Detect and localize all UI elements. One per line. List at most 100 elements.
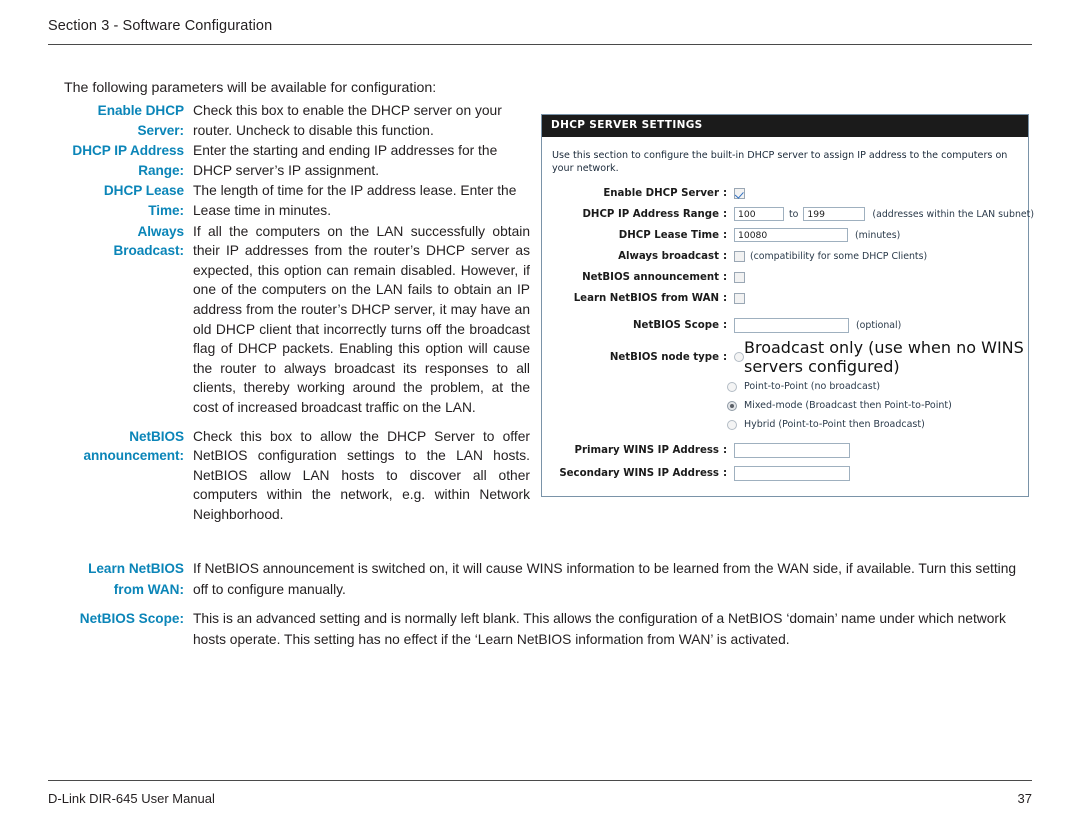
label-netbios-node-type-point-to-point: Point-to-Point (no broadcast) bbox=[744, 381, 881, 392]
input-secondary-wins-ip[interactable] bbox=[734, 465, 850, 481]
label-netbios-node-type-mixed-mode: Mixed-mode (Broadcast then Point-to-Poin… bbox=[744, 400, 952, 411]
colon-netbios-scope: : bbox=[723, 319, 728, 331]
definition-term-dhcp-lease-time: DHCP Lease Time: bbox=[48, 181, 184, 220]
radio-row-hybrid: Hybrid (Point-to-Point then Broadcast) bbox=[727, 415, 1028, 434]
radio-netbios-node-type-hybrid[interactable] bbox=[727, 419, 737, 430]
label-dhcp-lease-time: DHCP Lease Time bbox=[618, 229, 719, 241]
input-netbios-scope[interactable] bbox=[734, 317, 849, 333]
definition-term-enable-dhcp-server: Enable DHCP Server: bbox=[48, 101, 184, 140]
section-title: Section 3 - Software Configuration bbox=[48, 18, 273, 34]
definition-row-enable-dhcp-server: Enable DHCP Server: Check this box to en… bbox=[48, 101, 530, 140]
checkbox-netbios-announcement[interactable] bbox=[734, 271, 745, 283]
colon-dhcp-ip-address-range: : bbox=[723, 208, 728, 220]
field-row-learn-netbios-from-wan: Learn NetBIOS from WAN : bbox=[542, 288, 1028, 308]
label-learn-netbios-from-wan: Learn NetBIOS from WAN bbox=[573, 292, 719, 304]
label-primary-wins-ip: Primary WINS IP Address bbox=[574, 444, 719, 456]
intro-text: The following parameters will be availab… bbox=[64, 80, 437, 96]
control-netbios-announcement bbox=[732, 271, 1028, 283]
hint-dhcp-ip-address-range: (addresses within the LAN subnet) bbox=[872, 208, 1034, 220]
hint-dhcp-lease-time: (minutes) bbox=[855, 229, 901, 241]
input-primary-wins-ip[interactable] bbox=[734, 442, 850, 458]
definition-desc-netbios-announcement: Check this box to allow the DHCP Server … bbox=[193, 428, 530, 522]
radio-row-point-to-point: Point-to-Point (no broadcast) bbox=[727, 377, 1028, 396]
footer-manual-title: D-Link DIR-645 User Manual bbox=[48, 791, 215, 806]
label-dhcp-ip-address-range: DHCP IP Address Range bbox=[582, 208, 719, 220]
definition-term-line-1: Learn NetBIOS bbox=[88, 561, 184, 576]
footer-page-number: 37 bbox=[1017, 791, 1032, 806]
definition-term-always-broadcast: Always Broadcast: bbox=[48, 222, 184, 261]
footer-divider bbox=[48, 780, 1032, 781]
definition-term-line-1: DHCP Lease bbox=[103, 183, 184, 199]
radio-netbios-node-type-point-to-point[interactable] bbox=[727, 381, 737, 392]
control-dhcp-lease-time: 10080 (minutes) bbox=[732, 228, 1028, 242]
field-row-secondary-wins-ip: Secondary WINS IP Address : bbox=[542, 463, 1028, 483]
definition-term-line-1: Always bbox=[137, 223, 184, 239]
input-dhcp-range-end[interactable]: 199 bbox=[803, 207, 866, 221]
definition-row-netbios-scope: NetBIOS Scope: This is an advanced setti… bbox=[48, 608, 1032, 650]
definition-term-dhcp-ip-address-range: DHCP IP Address Range: bbox=[48, 141, 184, 180]
definition-row-dhcp-lease-time: DHCP Lease Time: The length of time for … bbox=[48, 181, 530, 220]
definition-term-line-2: Broadcast: bbox=[113, 243, 184, 259]
colon-secondary-wins-ip: : bbox=[723, 467, 728, 479]
control-netbios-scope: (optional) bbox=[732, 317, 1028, 333]
control-dhcp-ip-address-range: 100 to 199 (addresses within the LAN sub… bbox=[732, 207, 1034, 221]
definition-desc-learn-netbios-from-wan: If NetBIOS announcement is switched on, … bbox=[193, 561, 1017, 597]
checkbox-learn-netbios-from-wan[interactable] bbox=[734, 292, 745, 304]
label-netbios-node-type-broadcast-only: Broadcast only (use when no WINS servers… bbox=[744, 338, 1024, 376]
definition-desc-dhcp-ip-address-range: Enter the starting and ending IP address… bbox=[193, 143, 498, 178]
definition-desc-enable-dhcp-server: Check this box to enable the DHCP server… bbox=[193, 103, 502, 138]
radio-netbios-node-type-mixed-mode[interactable] bbox=[727, 400, 737, 411]
field-row-enable-dhcp-server: Enable DHCP Server : bbox=[542, 183, 1028, 203]
field-row-netbios-scope: NetBIOS Scope : (optional) bbox=[542, 315, 1028, 335]
definition-term-line-1: NetBIOS Scope: bbox=[79, 611, 184, 626]
control-always-broadcast: (compatibility for some DHCP Clients) bbox=[732, 250, 1028, 262]
hint-netbios-scope: (optional) bbox=[856, 319, 902, 331]
colon-learn-netbios-from-wan: : bbox=[723, 292, 728, 304]
dhcp-panel-title: DHCP SERVER SETTINGS bbox=[542, 115, 1028, 137]
dhcp-panel-description: Use this section to configure the built-… bbox=[552, 150, 1008, 174]
label-secondary-wins-ip: Secondary WINS IP Address bbox=[559, 467, 719, 479]
input-dhcp-lease-time[interactable]: 10080 bbox=[734, 228, 848, 242]
radio-row-mixed-mode: Mixed-mode (Broadcast then Point-to-Poin… bbox=[727, 396, 1028, 415]
colon-enable-dhcp-server: : bbox=[723, 187, 728, 199]
dhcp-server-settings-panel: DHCP SERVER SETTINGS Use this section to… bbox=[541, 114, 1034, 497]
field-row-netbios-node-type: NetBIOS node type : Broadcast only (use … bbox=[542, 338, 1028, 376]
page-header: Section 3 - Software Configuration bbox=[48, 18, 1032, 45]
input-dhcp-range-start[interactable]: 100 bbox=[734, 207, 784, 221]
label-range-to: to bbox=[789, 208, 799, 220]
wide-definition-list: Learn NetBIOS from WAN: If NetBIOS annou… bbox=[48, 558, 1032, 658]
definition-term-line-2: Server: bbox=[137, 122, 184, 138]
label-enable-dhcp-server: Enable DHCP Server bbox=[603, 187, 719, 199]
control-netbios-node-type-first-option: Broadcast only (use when no WINS servers… bbox=[732, 338, 1028, 376]
label-netbios-announcement: NetBIOS announcement bbox=[582, 271, 719, 283]
hint-always-broadcast: (compatibility for some DHCP Clients) bbox=[750, 250, 928, 262]
field-row-dhcp-lease-time: DHCP Lease Time : 10080 (minutes) bbox=[542, 225, 1028, 245]
field-row-dhcp-ip-address-range: DHCP IP Address Range : 100 to 199 (addr… bbox=[542, 204, 1034, 224]
definition-term-learn-netbios-from-wan: Learn NetBIOS from WAN: bbox=[48, 558, 184, 600]
field-row-primary-wins-ip: Primary WINS IP Address : bbox=[542, 440, 1028, 460]
checkbox-enable-dhcp-server[interactable] bbox=[734, 187, 745, 199]
control-enable-dhcp-server bbox=[732, 187, 1028, 199]
field-row-always-broadcast: Always broadcast : (compatibility for so… bbox=[542, 246, 1028, 266]
page-footer: D-Link DIR-645 User Manual 37 bbox=[48, 791, 1032, 806]
label-netbios-scope: NetBIOS Scope bbox=[633, 319, 719, 331]
definition-term-line-1: Enable DHCP bbox=[97, 103, 184, 118]
colon-primary-wins-ip: : bbox=[723, 444, 728, 456]
colon-netbios-announcement: : bbox=[723, 271, 728, 283]
label-netbios-node-type-hybrid: Hybrid (Point-to-Point then Broadcast) bbox=[744, 419, 925, 430]
label-always-broadcast: Always broadcast bbox=[618, 250, 719, 262]
control-primary-wins-ip bbox=[732, 442, 1028, 458]
netbios-node-type-radio-group: Point-to-Point (no broadcast) Mixed-mode… bbox=[723, 377, 1028, 434]
definition-desc-netbios-scope: This is an advanced setting and is norma… bbox=[193, 611, 1006, 647]
definition-term-line-1: NetBIOS bbox=[129, 428, 184, 444]
field-row-netbios-announcement: NetBIOS announcement : bbox=[542, 267, 1028, 287]
definition-row-netbios-announcement: NetBIOS announcement: Check this box to … bbox=[48, 427, 530, 525]
radio-netbios-node-type-broadcast-only[interactable] bbox=[734, 352, 744, 362]
checkbox-always-broadcast[interactable] bbox=[734, 250, 745, 262]
definition-term-line-2: Time: bbox=[148, 202, 184, 218]
control-learn-netbios-from-wan bbox=[732, 292, 1028, 304]
colon-always-broadcast: : bbox=[723, 250, 728, 262]
definition-term-line-2: from WAN: bbox=[113, 582, 184, 597]
definition-term-line-2: Range: bbox=[138, 162, 184, 178]
dhcp-settings-form: Enable DHCP Server : DHCP IP Address Ran… bbox=[542, 181, 1034, 496]
